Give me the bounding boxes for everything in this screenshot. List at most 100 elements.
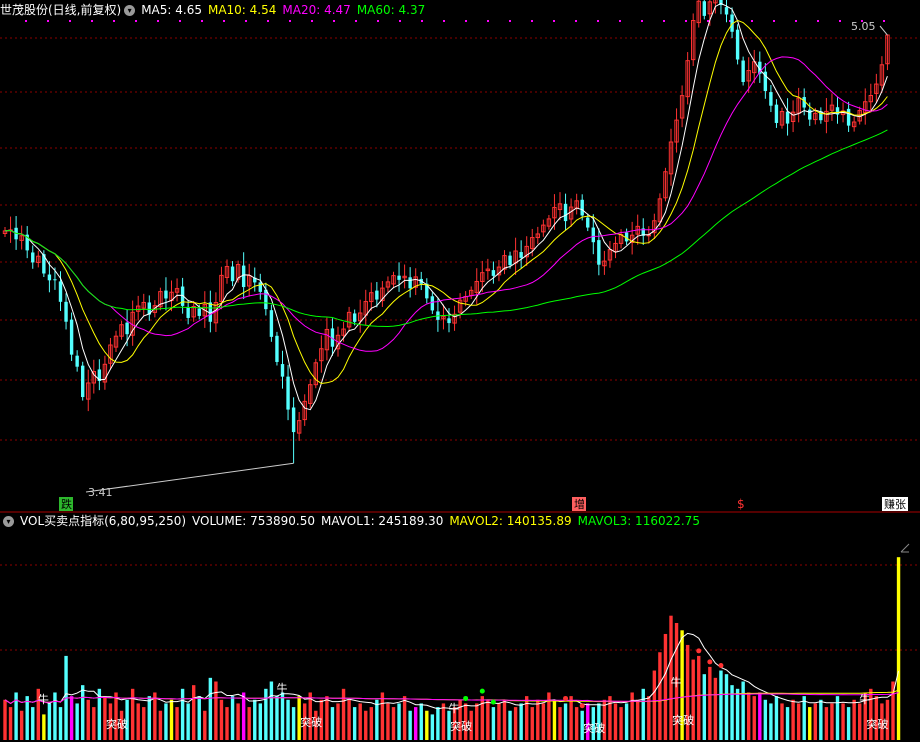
- volume-bar: [230, 696, 235, 740]
- chart-title[interactable]: 世茂股份(日线,前复权): [0, 0, 121, 20]
- volume-bar: [247, 707, 251, 740]
- ma20-line: [4, 56, 888, 352]
- tupo-label: 突破: [866, 717, 888, 731]
- volume-bar: [186, 703, 190, 740]
- top-dot: [465, 20, 467, 22]
- mavol1-value: MAVOL1: 245189.30: [321, 514, 444, 528]
- signal-dot: [707, 659, 713, 665]
- volume-bar: [158, 710, 163, 740]
- volume-bar: [275, 696, 279, 740]
- tupo-label: 突破: [450, 719, 472, 733]
- volume-bar: [402, 696, 407, 740]
- candle-body: [186, 306, 190, 318]
- top-dot: [487, 20, 489, 22]
- volume-bar: [697, 655, 701, 740]
- candle-body: [375, 290, 379, 300]
- volume-bar: [330, 707, 335, 740]
- top-dot: [179, 20, 181, 22]
- volume-bar: [430, 714, 435, 740]
- volume-bar: [86, 699, 90, 740]
- candle-body: [491, 270, 496, 276]
- volume-bar: [741, 681, 745, 740]
- top-dot: [69, 20, 71, 22]
- mavol2-value: MAVOL2: 140135.89: [449, 514, 572, 528]
- candle-body: [286, 376, 290, 410]
- volume-bar: [752, 696, 756, 740]
- volume-bar: [180, 688, 185, 740]
- volume-bar: [552, 699, 557, 740]
- candle-body: [197, 308, 201, 316]
- candle-body: [563, 203, 568, 222]
- candle-body: [597, 240, 601, 265]
- top-dot: [553, 20, 555, 22]
- low-pointer: [85, 462, 294, 493]
- signal-dot: [696, 648, 702, 654]
- ma20-value: MA20: 4.47: [282, 3, 351, 17]
- top-dot: [817, 20, 819, 22]
- chevron-down-icon[interactable]: ▾: [124, 4, 136, 16]
- volume-bar: [336, 703, 340, 740]
- volume-bar: [414, 707, 418, 740]
- candle-body: [164, 290, 168, 299]
- volume-bar: [658, 652, 662, 740]
- niu-label: 牛: [671, 675, 682, 689]
- volume-bar: [652, 670, 657, 740]
- top-dot: [399, 20, 401, 22]
- volume-bar: [380, 692, 385, 740]
- candle-body: [519, 252, 523, 258]
- volume-bar: [702, 674, 706, 740]
- volume-bar: [236, 703, 240, 740]
- volume-bar: [280, 692, 285, 740]
- candle-body: [258, 282, 262, 292]
- candle-body: [125, 322, 129, 335]
- volume-bar: [258, 703, 262, 740]
- top-dot: [531, 20, 533, 22]
- volume-bar: [813, 703, 817, 740]
- volume-bar: [541, 703, 546, 740]
- top-dot: [707, 20, 709, 22]
- candle-body: [774, 104, 779, 123]
- candle-body: [397, 275, 401, 280]
- top-dot: [839, 20, 841, 22]
- volume-bar: [497, 703, 501, 740]
- top-dot: [663, 20, 665, 22]
- volume-bar: [502, 699, 507, 740]
- volume-bar: [130, 688, 135, 740]
- top-dot: [377, 20, 379, 22]
- vol-indicator-title[interactable]: VOL买卖点指标(6,80,95,250): [20, 511, 186, 531]
- candle-body: [586, 217, 590, 228]
- volume-bar: [325, 696, 329, 740]
- volume-bar: [42, 714, 46, 740]
- top-dot: [443, 20, 445, 22]
- candle-body: [81, 365, 85, 398]
- tupo-label: 突破: [672, 713, 694, 727]
- volume-bar: [419, 703, 423, 740]
- candle-body: [702, 1, 706, 16]
- volume-bar: [386, 703, 390, 740]
- volume-bar: [641, 688, 645, 740]
- volume-bar: [225, 707, 229, 740]
- volume-bar: [31, 707, 35, 740]
- top-dot: [773, 20, 775, 22]
- volume-bar: [375, 699, 379, 740]
- ma5-value: MA5: 4.65: [141, 3, 202, 17]
- volume-bar: [253, 699, 257, 740]
- chevron-down-icon[interactable]: ▾: [3, 515, 14, 527]
- candle-body: [724, 7, 729, 15]
- niu-label: 牛: [449, 701, 460, 715]
- volume-bar: [203, 710, 207, 740]
- volume-bar: [486, 699, 490, 740]
- tupo-label: 突破: [300, 715, 322, 729]
- top-dot: [333, 20, 335, 22]
- volume-bar: [47, 703, 52, 740]
- volume-bar: [852, 699, 856, 740]
- volume-bar: [169, 699, 174, 740]
- volume-bar: [214, 681, 218, 740]
- top-dot: [267, 20, 269, 22]
- volume-bar: [536, 699, 540, 740]
- volume-bar: [8, 707, 13, 740]
- volume-bar: [408, 710, 412, 740]
- volume-bar: [724, 674, 729, 740]
- candle-body: [735, 29, 740, 60]
- candle-body: [31, 252, 35, 263]
